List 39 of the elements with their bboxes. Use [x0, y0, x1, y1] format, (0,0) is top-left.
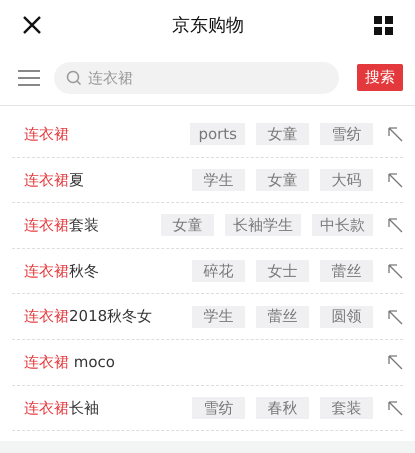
tag-chip[interactable]: 学生 — [192, 168, 245, 191]
tag-chip[interactable]: 女童 — [161, 214, 214, 236]
tag-chip[interactable]: 蕾丝 — [256, 306, 309, 328]
tag-chip[interactable]: 蕾丝 — [320, 260, 373, 282]
tag-chip[interactable]: 大码 — [320, 168, 373, 191]
tag-chip[interactable]: 长袖学生 — [225, 214, 301, 236]
fill-in-arrow-icon[interactable] — [387, 126, 403, 142]
search-icon — [66, 70, 82, 86]
suggestion-text[interactable]: 连衣裙 moco — [24, 351, 115, 374]
tag-chip[interactable]: 碎花 — [192, 260, 245, 282]
suggestion-text[interactable]: 连衣裙 — [24, 123, 69, 146]
menu-icon[interactable] — [18, 68, 40, 86]
fill-in-arrow-icon[interactable] — [387, 217, 403, 234]
tag-chip[interactable]: 雪纺 — [192, 396, 245, 419]
search-button[interactable]: 搜索 — [357, 64, 403, 91]
suggestion-text[interactable]: 连衣裙长袖 — [24, 396, 99, 420]
tag-chip[interactable]: 圆领 — [320, 306, 373, 328]
suggestion-text[interactable]: 连衣裙秋冬 — [24, 260, 99, 282]
fill-in-arrow-icon[interactable] — [387, 172, 403, 188]
page-title: 京东购物 — [172, 14, 244, 38]
close-icon[interactable] — [22, 15, 42, 35]
fill-in-arrow-icon[interactable] — [387, 354, 403, 370]
fill-in-arrow-icon[interactable] — [387, 308, 403, 325]
tag-chip[interactable]: 中长款 — [312, 214, 373, 236]
tag-chip[interactable]: 女士 — [256, 260, 309, 282]
suggestion-text[interactable]: 连衣裙套装 — [24, 214, 99, 237]
tag-chip[interactable]: 学生 — [192, 306, 245, 328]
fill-in-arrow-icon[interactable] — [387, 263, 403, 280]
search-field[interactable]: 连衣裙 — [54, 62, 339, 94]
tag-chip[interactable]: 春秋 — [256, 396, 309, 419]
tag-chip[interactable]: 女童 — [256, 168, 309, 191]
tag-chip[interactable]: 套装 — [320, 396, 373, 419]
tag-chip[interactable]: ports — [190, 123, 245, 146]
tag-chip[interactable]: 女童 — [256, 123, 309, 146]
fill-in-arrow-icon[interactable] — [387, 400, 403, 416]
grid-icon[interactable] — [374, 16, 393, 34]
tag-chip[interactable]: 雪纺 — [320, 123, 373, 146]
suggestion-text[interactable]: 连衣裙夏 — [24, 168, 84, 192]
suggestion-text[interactable]: 连衣裙2018秋冬女 — [24, 305, 152, 328]
